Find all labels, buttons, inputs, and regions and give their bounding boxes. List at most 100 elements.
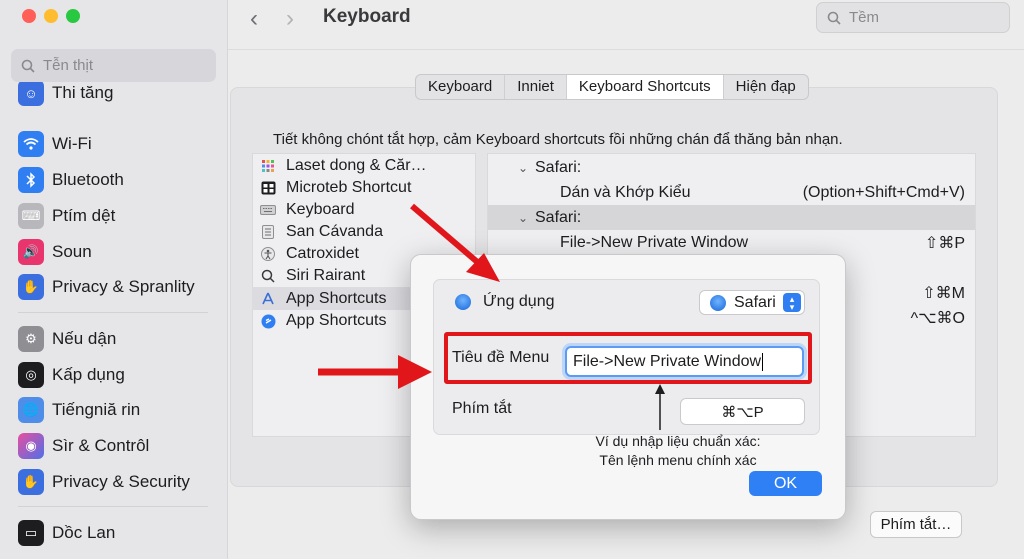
sidebar-divider <box>18 312 208 313</box>
sidebar-item-label: Tiếngniă rin <box>52 400 141 419</box>
hand-icon: ✋ <box>18 469 44 495</box>
highlight-annotation-box <box>444 332 812 384</box>
chevron-down-icon: ⌄ <box>518 160 529 175</box>
sidebar-divider <box>18 506 208 507</box>
category-label: Microteb Shortcut <box>286 179 412 196</box>
shortcut-row[interactable]: Dán và Khớp Kiểu (Option+Shift+Cmd+V) <box>488 180 975 205</box>
list-icon <box>260 224 276 240</box>
accessibility-icon: ☺ <box>18 82 44 106</box>
safari-icon <box>710 294 726 311</box>
application-select[interactable]: Safari ▴ ▾ <box>699 290 805 315</box>
category-label: App Shortcuts <box>286 312 387 329</box>
category-item-keyboard[interactable]: Keyboard <box>260 199 355 221</box>
sidebar-item-wifi[interactable]: Wi-Fi <box>18 129 92 159</box>
sidebar-item-bluetooth[interactable]: Bluetooth <box>18 165 124 195</box>
back-button[interactable]: ‹ <box>250 5 258 33</box>
annotation-note-line: Ví dụ nhập liệu chuẩn xác: <box>595 433 761 449</box>
shortcut-item-label: File->New Private Window <box>560 233 749 251</box>
shortcut-group-label: Safari: <box>535 208 582 226</box>
gear-icon: ⚙ <box>18 326 44 352</box>
tab-keyboard-shortcuts[interactable]: Keyboard Shortcuts <box>566 75 724 99</box>
bluetooth-icon <box>18 167 44 193</box>
annotation-note: Ví dụ nhập liệu chuẩn xác: Tên lệnh menu… <box>540 432 816 470</box>
application-select-value: Safari <box>734 293 776 311</box>
sidebar-item-general[interactable]: ⚙ Nếu dận <box>18 324 116 354</box>
sidebar-item-label: Thi tăng <box>52 83 114 102</box>
sidebar-item-privacy-security[interactable]: ✋ Privacy & Security <box>18 467 190 497</box>
app-shortcuts-icon <box>260 313 276 329</box>
application-label: Ứng dụng <box>483 293 555 310</box>
close-window-button[interactable] <box>22 9 36 23</box>
category-item-accessibility[interactable]: Catroxidet <box>260 243 359 265</box>
category-item-spotlight[interactable]: Siri Rairant <box>260 265 365 287</box>
sidebar-item-sound[interactable]: 🔊 Soun <box>18 237 92 267</box>
sidebar-list: ☺ Thi tăng Wi-Fi Bluetooth ⌨ Ptím dệt 🔊 … <box>0 82 228 559</box>
sidebar-item-apps[interactable]: ◎ Kấp dụng <box>18 360 125 390</box>
sidebar-item-accessibility[interactable]: ☺ Thi tăng <box>18 82 113 108</box>
mission-control-icon <box>260 180 276 196</box>
category-item-services[interactable]: San Cávanda <box>260 221 383 243</box>
search-input[interactable]: Tềm <box>816 2 1010 33</box>
shortcut-group-row[interactable]: ⌄ Safari: <box>488 155 975 180</box>
category-label: Keyboard <box>286 201 355 218</box>
category-label: Catroxidet <box>286 245 359 262</box>
annotation-note-line: Tên lệnh menu chính xác <box>599 452 757 468</box>
launchpad-icon <box>260 158 276 174</box>
shortcut-group-row[interactable]: ⌄ Safari: <box>488 205 975 230</box>
sidebar-item-label: Soun <box>52 242 92 261</box>
dock-icon: ▭ <box>18 520 44 546</box>
sidebar-item-label: Nếu dận <box>52 329 117 348</box>
app-store-icon <box>260 291 276 307</box>
sidebar-search-input[interactable]: Tễn thịt <box>11 49 216 82</box>
search-icon <box>827 11 841 25</box>
page-title: Keyboard <box>323 6 411 27</box>
sidebar-item-language[interactable]: 🌐 Tiếngniă rin <box>18 395 140 425</box>
sidebar-item-label: Bluetooth <box>52 170 124 189</box>
tab-keyboard[interactable]: Keyboard <box>416 75 506 99</box>
sidebar-item-label: Privacy & Security <box>52 472 190 491</box>
category-label: App Shortcuts <box>286 290 387 307</box>
shortcut-group-label: Safari: <box>535 158 582 176</box>
siri-icon: ◉ <box>18 433 44 459</box>
sidebar-item-dock[interactable]: ▭ Dồc Lan <box>18 518 115 548</box>
sidebar-item-keyboard[interactable]: ⌨ Ptím dệt <box>18 201 115 231</box>
globe-icon: 🌐 <box>18 397 44 423</box>
sidebar-item-label: Sìr & Contrôl <box>52 436 150 455</box>
shortcut-row[interactable]: File->New Private Window ⇧⌘P <box>488 230 975 255</box>
tab-display[interactable]: Hiện đạp <box>724 75 808 99</box>
category-item-mission-control[interactable]: Microteb Shortcut <box>260 177 411 199</box>
category-label: San Cávanda <box>286 223 383 240</box>
ok-button[interactable]: OK <box>749 471 822 496</box>
sound-icon: 🔊 <box>18 239 44 265</box>
tab-input[interactable]: Inniet <box>505 75 567 99</box>
search-icon <box>260 268 276 284</box>
shortcut-field[interactable]: ⌘⌥P <box>680 398 805 425</box>
shortcut-keys: (Option+Shift+Cmd+V) <box>802 183 965 201</box>
keyboard-icon: ⌨ <box>18 203 44 229</box>
category-item-app-shortcuts-selected[interactable]: App Shortcuts <box>260 288 387 310</box>
shortcut-keys: ⇧⌘M <box>922 284 965 302</box>
sidebar-item-label: Ptím dệt <box>52 206 116 225</box>
sidebar-item-label: Kấp dụng <box>52 365 125 384</box>
sidebar-item-siri[interactable]: ◉ Sìr & Contrôl <box>18 431 149 461</box>
keyboard-icon <box>260 202 276 218</box>
chevron-down-icon: ⌄ <box>518 210 529 225</box>
category-label: Laset dong & Căr… <box>286 157 427 174</box>
hand-icon: ✋ <box>18 274 44 300</box>
search-icon <box>21 59 35 73</box>
wifi-icon <box>18 131 44 157</box>
forward-button[interactable]: › <box>286 5 294 33</box>
zoom-window-button[interactable] <box>66 9 80 23</box>
category-item-launchpad[interactable]: Laset dong & Căr… <box>260 155 427 177</box>
sidebar-item-label: Wi-Fi <box>52 134 92 153</box>
chevron-updown-icon: ▴ ▾ <box>783 293 801 312</box>
tab-bar: Keyboard Inniet Keyboard Shortcuts Hiện … <box>415 74 809 100</box>
search-placeholder: Tềm <box>849 9 879 26</box>
shortcut-keys: ^⌥⌘O <box>910 309 965 327</box>
minimize-window-button[interactable] <box>44 9 58 23</box>
category-item-app-shortcuts[interactable]: App Shortcuts <box>260 310 387 332</box>
shortcuts-button[interactable]: Phím tắt… <box>870 511 962 538</box>
compass-icon: ◎ <box>18 362 44 388</box>
sidebar-item-privacy-spranlity[interactable]: ✋ Privacy & Spranlity <box>18 272 195 302</box>
toolbar: ‹ › Keyboard Tềm <box>228 0 1024 50</box>
